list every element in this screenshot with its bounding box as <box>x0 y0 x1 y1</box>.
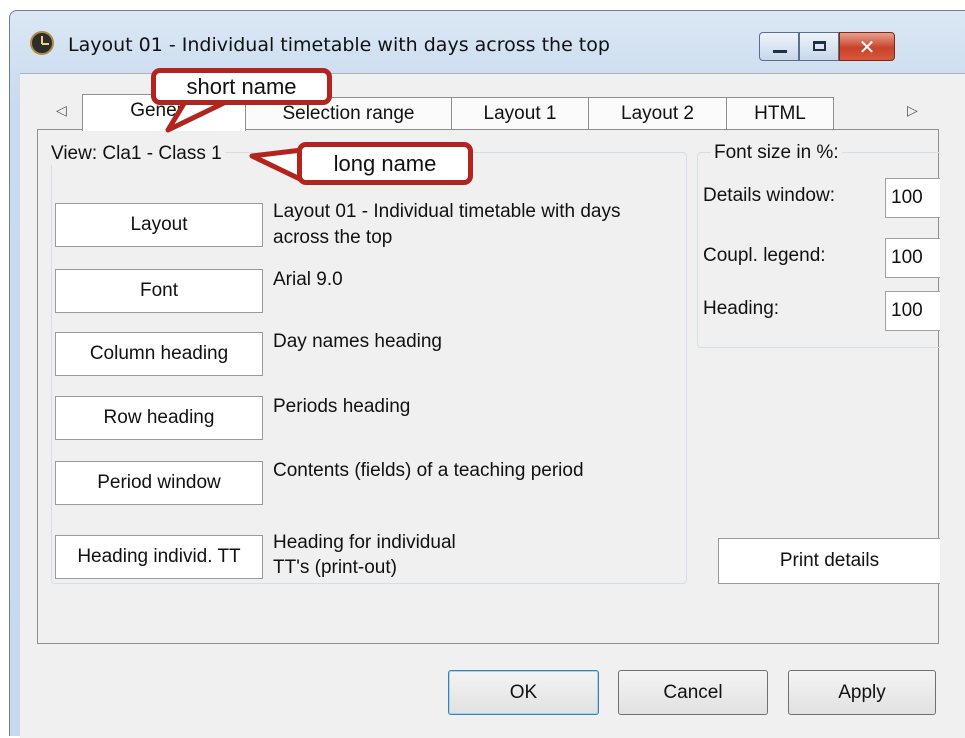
callout-pointers <box>165 99 305 183</box>
long-name-callout: long name <box>297 142 473 185</box>
short-name-pointer <box>165 99 229 133</box>
long-name-pointer <box>249 147 305 183</box>
short-name-callout: short name <box>151 68 332 105</box>
